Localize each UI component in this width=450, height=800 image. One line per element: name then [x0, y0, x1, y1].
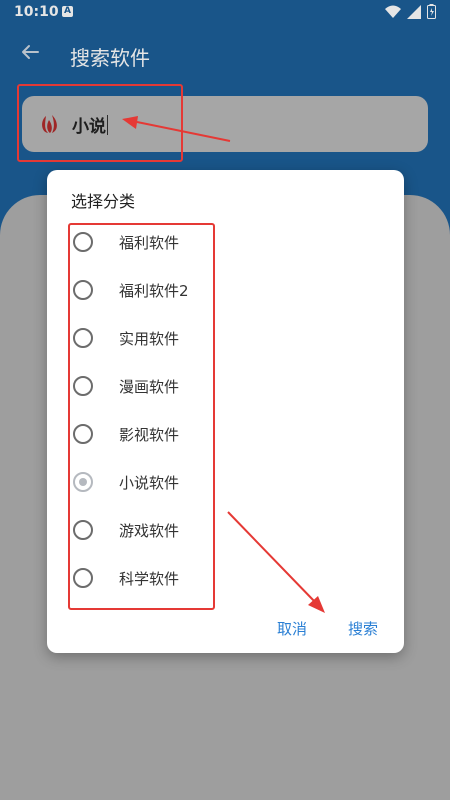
search-button[interactable]: 搜索 [348, 618, 378, 639]
cancel-button[interactable]: 取消 [277, 618, 307, 639]
annotation-box-options [68, 223, 215, 610]
dialog-title: 选择分类 [71, 192, 136, 211]
annotation-box-search [17, 84, 183, 162]
